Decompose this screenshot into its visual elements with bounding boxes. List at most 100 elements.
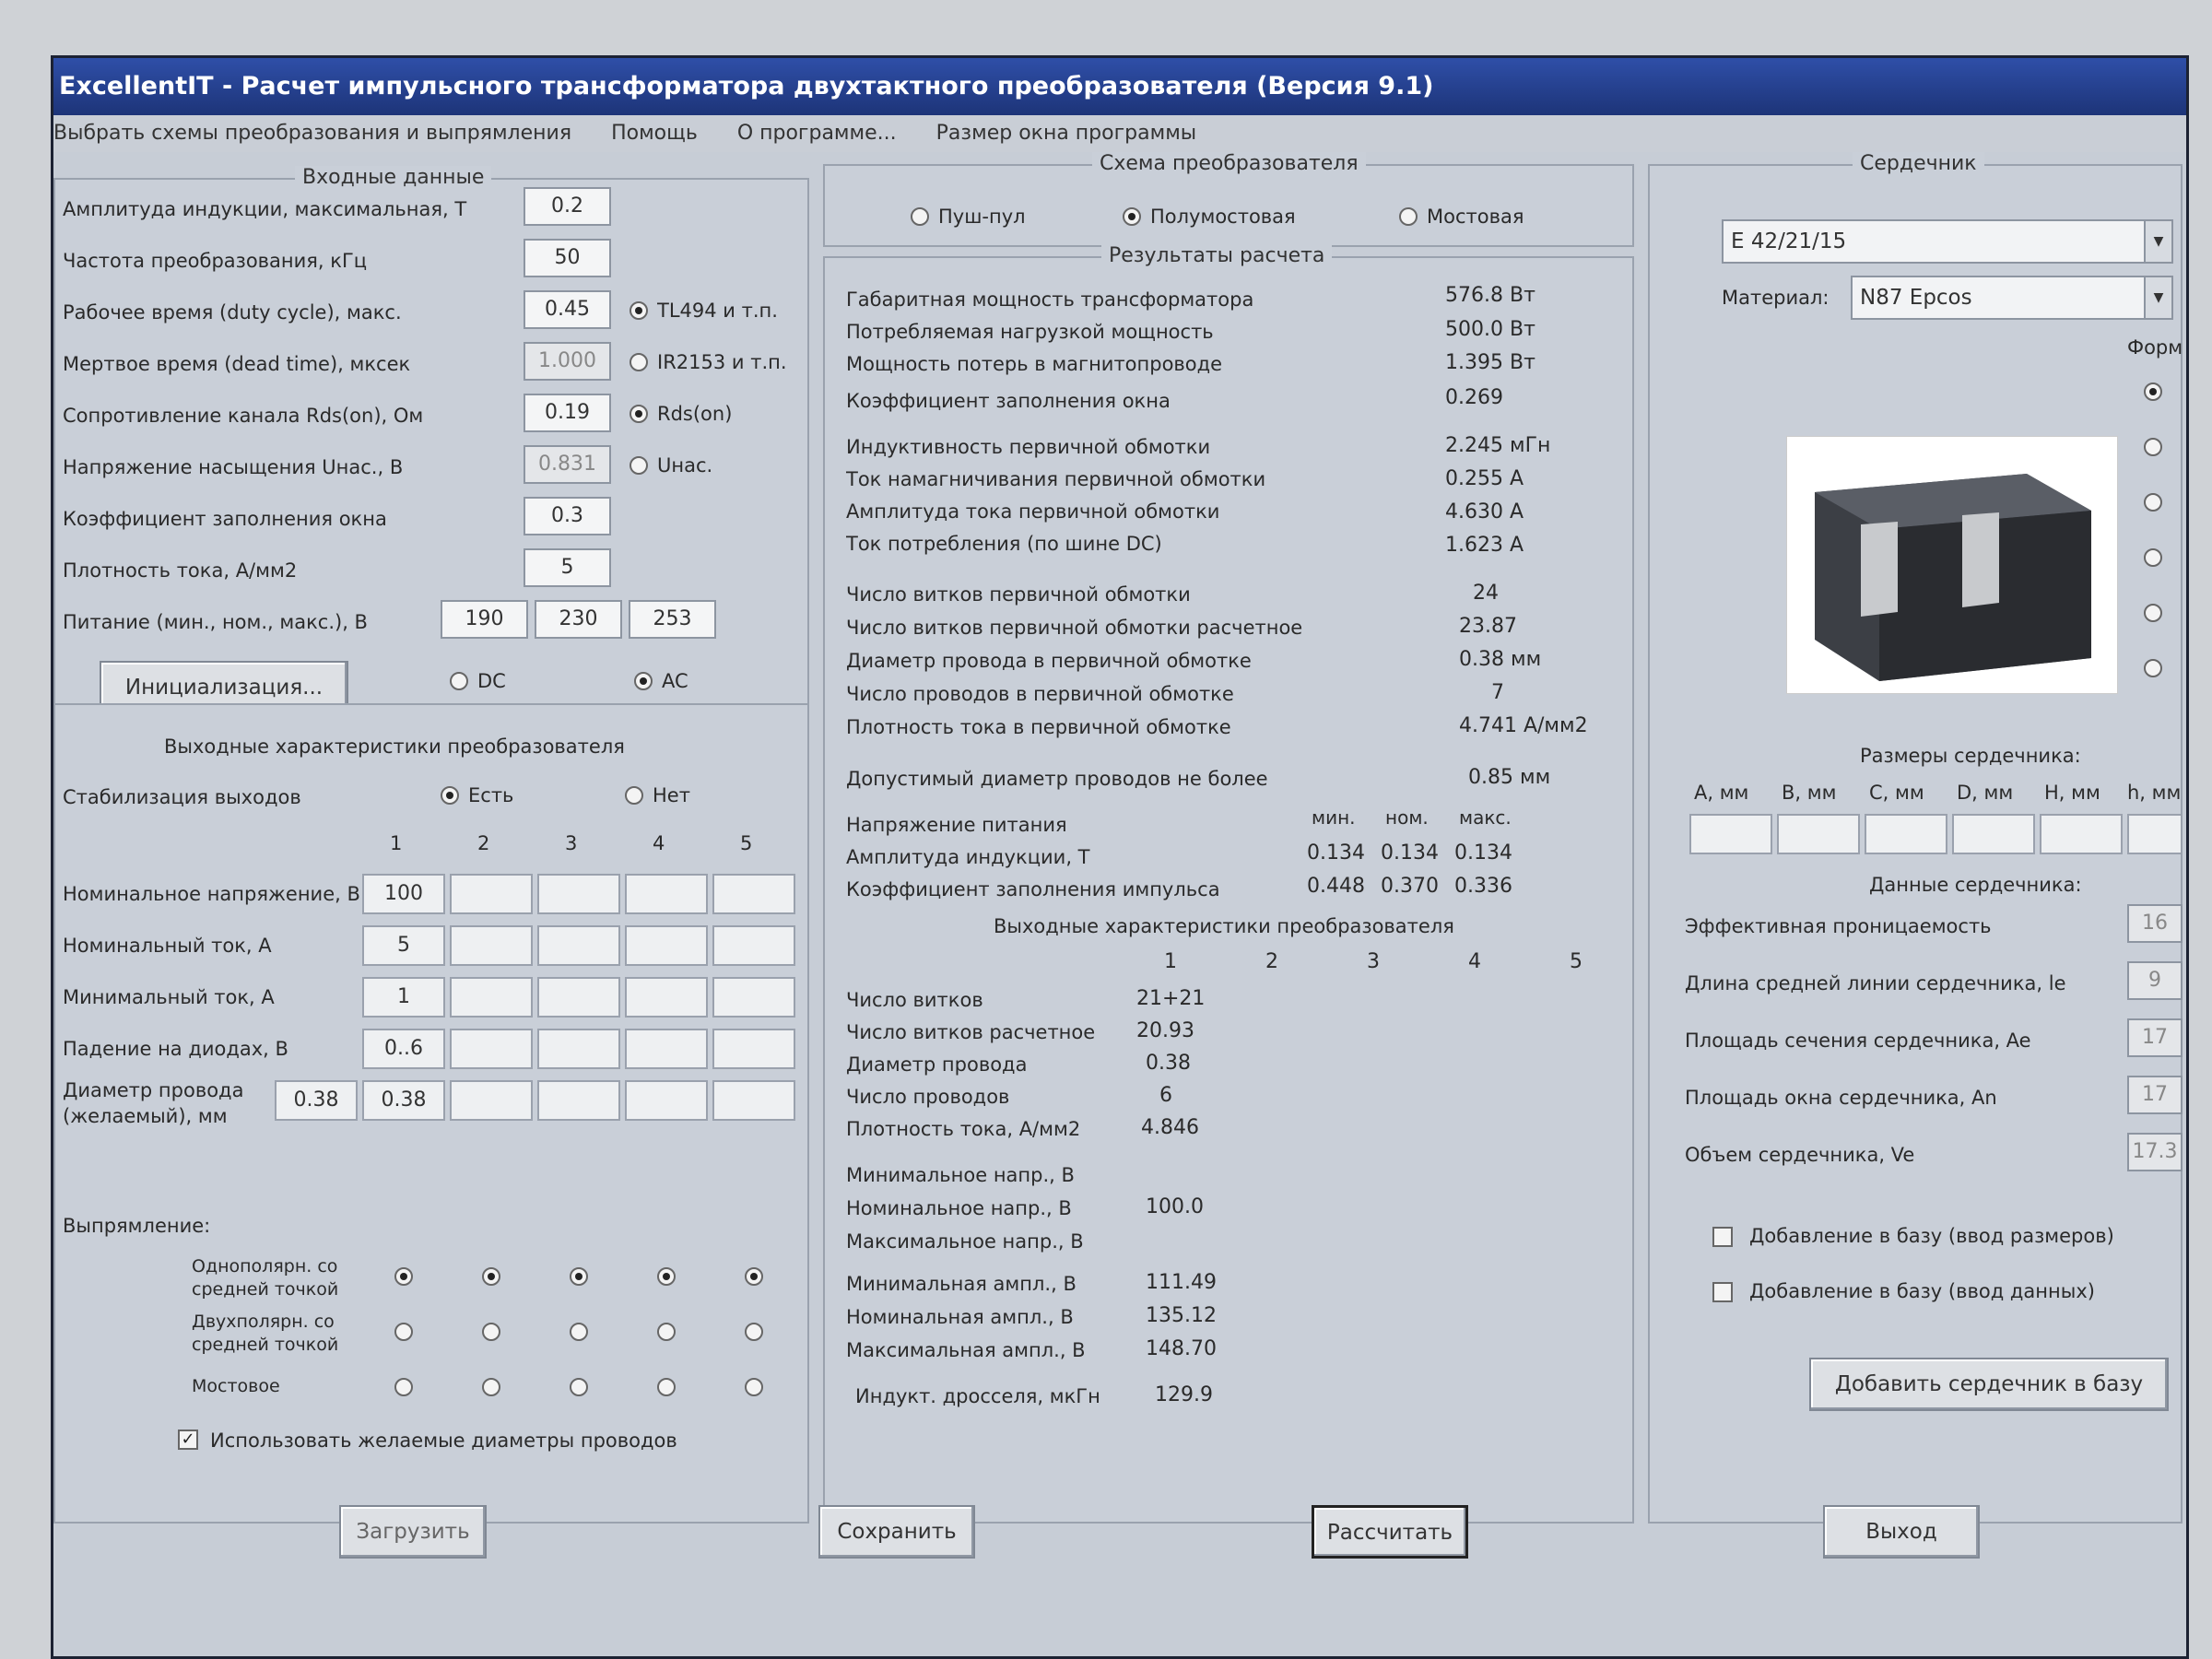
out-mincurrent-1[interactable]: 1 bbox=[362, 977, 445, 1018]
menu-item-about[interactable]: О программе... bbox=[737, 115, 897, 152]
out-voltage-2[interactable] bbox=[450, 874, 533, 914]
scheme-half-radio[interactable] bbox=[1123, 207, 1141, 226]
rect3-radio-4[interactable] bbox=[657, 1378, 676, 1396]
dim-c-input[interactable] bbox=[1865, 814, 1947, 854]
out-current-3[interactable] bbox=[537, 925, 620, 966]
menu-item-help[interactable]: Помощь bbox=[611, 115, 698, 152]
wire-2[interactable] bbox=[450, 1080, 533, 1121]
unas-input[interactable]: 0.831 bbox=[524, 445, 611, 484]
use-wire-checkbox[interactable]: ✓ bbox=[178, 1430, 198, 1450]
dim-b-input[interactable] bbox=[1777, 814, 1860, 854]
out-voltage-5[interactable] bbox=[712, 874, 795, 914]
res-supply-hdr-min: мин. bbox=[1312, 806, 1356, 829]
out-mincurrent-2[interactable] bbox=[450, 977, 533, 1018]
wire-3[interactable] bbox=[537, 1080, 620, 1121]
rect1-radio-1[interactable] bbox=[394, 1267, 413, 1286]
dc-radio[interactable] bbox=[450, 672, 468, 690]
frequency-input[interactable]: 50 bbox=[524, 239, 611, 277]
supply-min-input[interactable]: 190 bbox=[441, 600, 528, 639]
wire-4[interactable] bbox=[625, 1080, 708, 1121]
out-diode-2[interactable] bbox=[450, 1029, 533, 1069]
out-voltage-4[interactable] bbox=[625, 874, 708, 914]
core-legend: Сердечник bbox=[1853, 152, 1984, 175]
material-select-value: N87 Epcos bbox=[1860, 286, 1972, 310]
out-voltage-1[interactable]: 100 bbox=[362, 874, 445, 914]
load-button[interactable]: Загрузить bbox=[339, 1505, 487, 1559]
duty-input[interactable]: 0.45 bbox=[524, 290, 611, 329]
rect2-radio-3[interactable] bbox=[570, 1323, 588, 1341]
deadtime-input[interactable]: 1.000 bbox=[524, 342, 611, 381]
rect3-radio-3[interactable] bbox=[570, 1378, 588, 1396]
rect1-radio-5[interactable] bbox=[745, 1267, 763, 1286]
out-current-2[interactable] bbox=[450, 925, 533, 966]
wire-5[interactable] bbox=[712, 1080, 795, 1121]
form-radio-5[interactable] bbox=[2144, 604, 2162, 622]
menu-item-schemes[interactable]: Выбрать схемы преобразования и выпрямлен… bbox=[53, 115, 571, 152]
add-dims-checkbox[interactable] bbox=[1712, 1227, 1733, 1247]
form-radio-3[interactable] bbox=[2144, 493, 2162, 512]
unas-radio[interactable] bbox=[629, 456, 648, 475]
out-diode-4[interactable] bbox=[625, 1029, 708, 1069]
out-mincurrent-5[interactable] bbox=[712, 977, 795, 1018]
supply-max-input[interactable]: 253 bbox=[629, 600, 716, 639]
out-current-1[interactable]: 5 bbox=[362, 925, 445, 966]
scheme-pushpull-radio[interactable] bbox=[911, 207, 929, 226]
chevron-down-icon[interactable]: ▼ bbox=[2144, 277, 2171, 318]
core-select[interactable]: E 42/21/15 ▼ bbox=[1722, 219, 2173, 264]
material-select[interactable]: N87 Epcos ▼ bbox=[1851, 276, 2173, 320]
ac-radio[interactable] bbox=[634, 672, 653, 690]
dim-d-input[interactable] bbox=[1952, 814, 2035, 854]
induction-input[interactable]: 0.2 bbox=[524, 187, 611, 226]
res-volt-min-label: Минимальное напр., В bbox=[846, 1164, 1075, 1186]
rect3-radio-2[interactable] bbox=[482, 1378, 500, 1396]
rect2-radio-4[interactable] bbox=[657, 1323, 676, 1341]
menu-item-window-size[interactable]: Размер окна программы bbox=[936, 115, 1197, 152]
out-current-5[interactable] bbox=[712, 925, 795, 966]
out-col-2: 2 bbox=[477, 832, 490, 854]
out-mincurrent-4[interactable] bbox=[625, 977, 708, 1018]
out-diode-1[interactable]: 0..6 bbox=[362, 1029, 445, 1069]
wire-extra[interactable]: 0.38 bbox=[275, 1080, 358, 1121]
rds-radio[interactable] bbox=[629, 405, 648, 423]
calculate-button[interactable]: Рассчитать bbox=[1312, 1505, 1468, 1559]
add-core-button[interactable]: Добавить сердечник в базу bbox=[1809, 1358, 2169, 1411]
scheme-bridge-radio[interactable] bbox=[1399, 207, 1418, 226]
rect1-radio-3[interactable] bbox=[570, 1267, 588, 1286]
supply-nom-input[interactable]: 230 bbox=[535, 600, 622, 639]
form-radio-6[interactable] bbox=[2144, 659, 2162, 677]
res-induction-label: Амплитуда индукции, Т bbox=[846, 846, 1090, 868]
add-data-checkbox[interactable] bbox=[1712, 1282, 1733, 1302]
dim-hh-input[interactable] bbox=[2127, 814, 2183, 854]
chevron-down-icon[interactable]: ▼ bbox=[2144, 221, 2171, 262]
wire-label-1: Диаметр провода bbox=[63, 1079, 244, 1101]
rect2-radio-5[interactable] bbox=[745, 1323, 763, 1341]
core-image bbox=[1786, 436, 2118, 694]
out-voltage-3[interactable] bbox=[537, 874, 620, 914]
out-current-4[interactable] bbox=[625, 925, 708, 966]
dim-a-input[interactable] bbox=[1689, 814, 1772, 854]
rect2-radio-1[interactable] bbox=[394, 1323, 413, 1341]
stab-no-radio[interactable] bbox=[625, 786, 643, 805]
fill-input[interactable]: 0.3 bbox=[524, 497, 611, 535]
rds-input[interactable]: 0.19 bbox=[524, 394, 611, 432]
input-label-induction: Амплитуда индукции, максимальная, Т bbox=[63, 198, 467, 220]
rect3-radio-1[interactable] bbox=[394, 1378, 413, 1396]
density-input[interactable]: 5 bbox=[524, 548, 611, 587]
out-diode-3[interactable] bbox=[537, 1029, 620, 1069]
out-mincurrent-3[interactable] bbox=[537, 977, 620, 1018]
rect3-radio-5[interactable] bbox=[745, 1378, 763, 1396]
dim-h-input[interactable] bbox=[2040, 814, 2123, 854]
form-radio-4[interactable] bbox=[2144, 548, 2162, 567]
rect1-radio-4[interactable] bbox=[657, 1267, 676, 1286]
form-radio-1[interactable] bbox=[2144, 382, 2162, 401]
ir2153-radio[interactable] bbox=[629, 353, 648, 371]
out-diode-5[interactable] bbox=[712, 1029, 795, 1069]
rect2-radio-2[interactable] bbox=[482, 1323, 500, 1341]
wire-1[interactable]: 0.38 bbox=[362, 1080, 445, 1121]
tl494-radio[interactable] bbox=[629, 301, 648, 320]
stab-yes-radio[interactable] bbox=[441, 786, 459, 805]
save-button[interactable]: Сохранить bbox=[818, 1505, 975, 1559]
form-radio-2[interactable] bbox=[2144, 438, 2162, 456]
rect1-radio-2[interactable] bbox=[482, 1267, 500, 1286]
exit-button[interactable]: Выход bbox=[1823, 1505, 1980, 1559]
